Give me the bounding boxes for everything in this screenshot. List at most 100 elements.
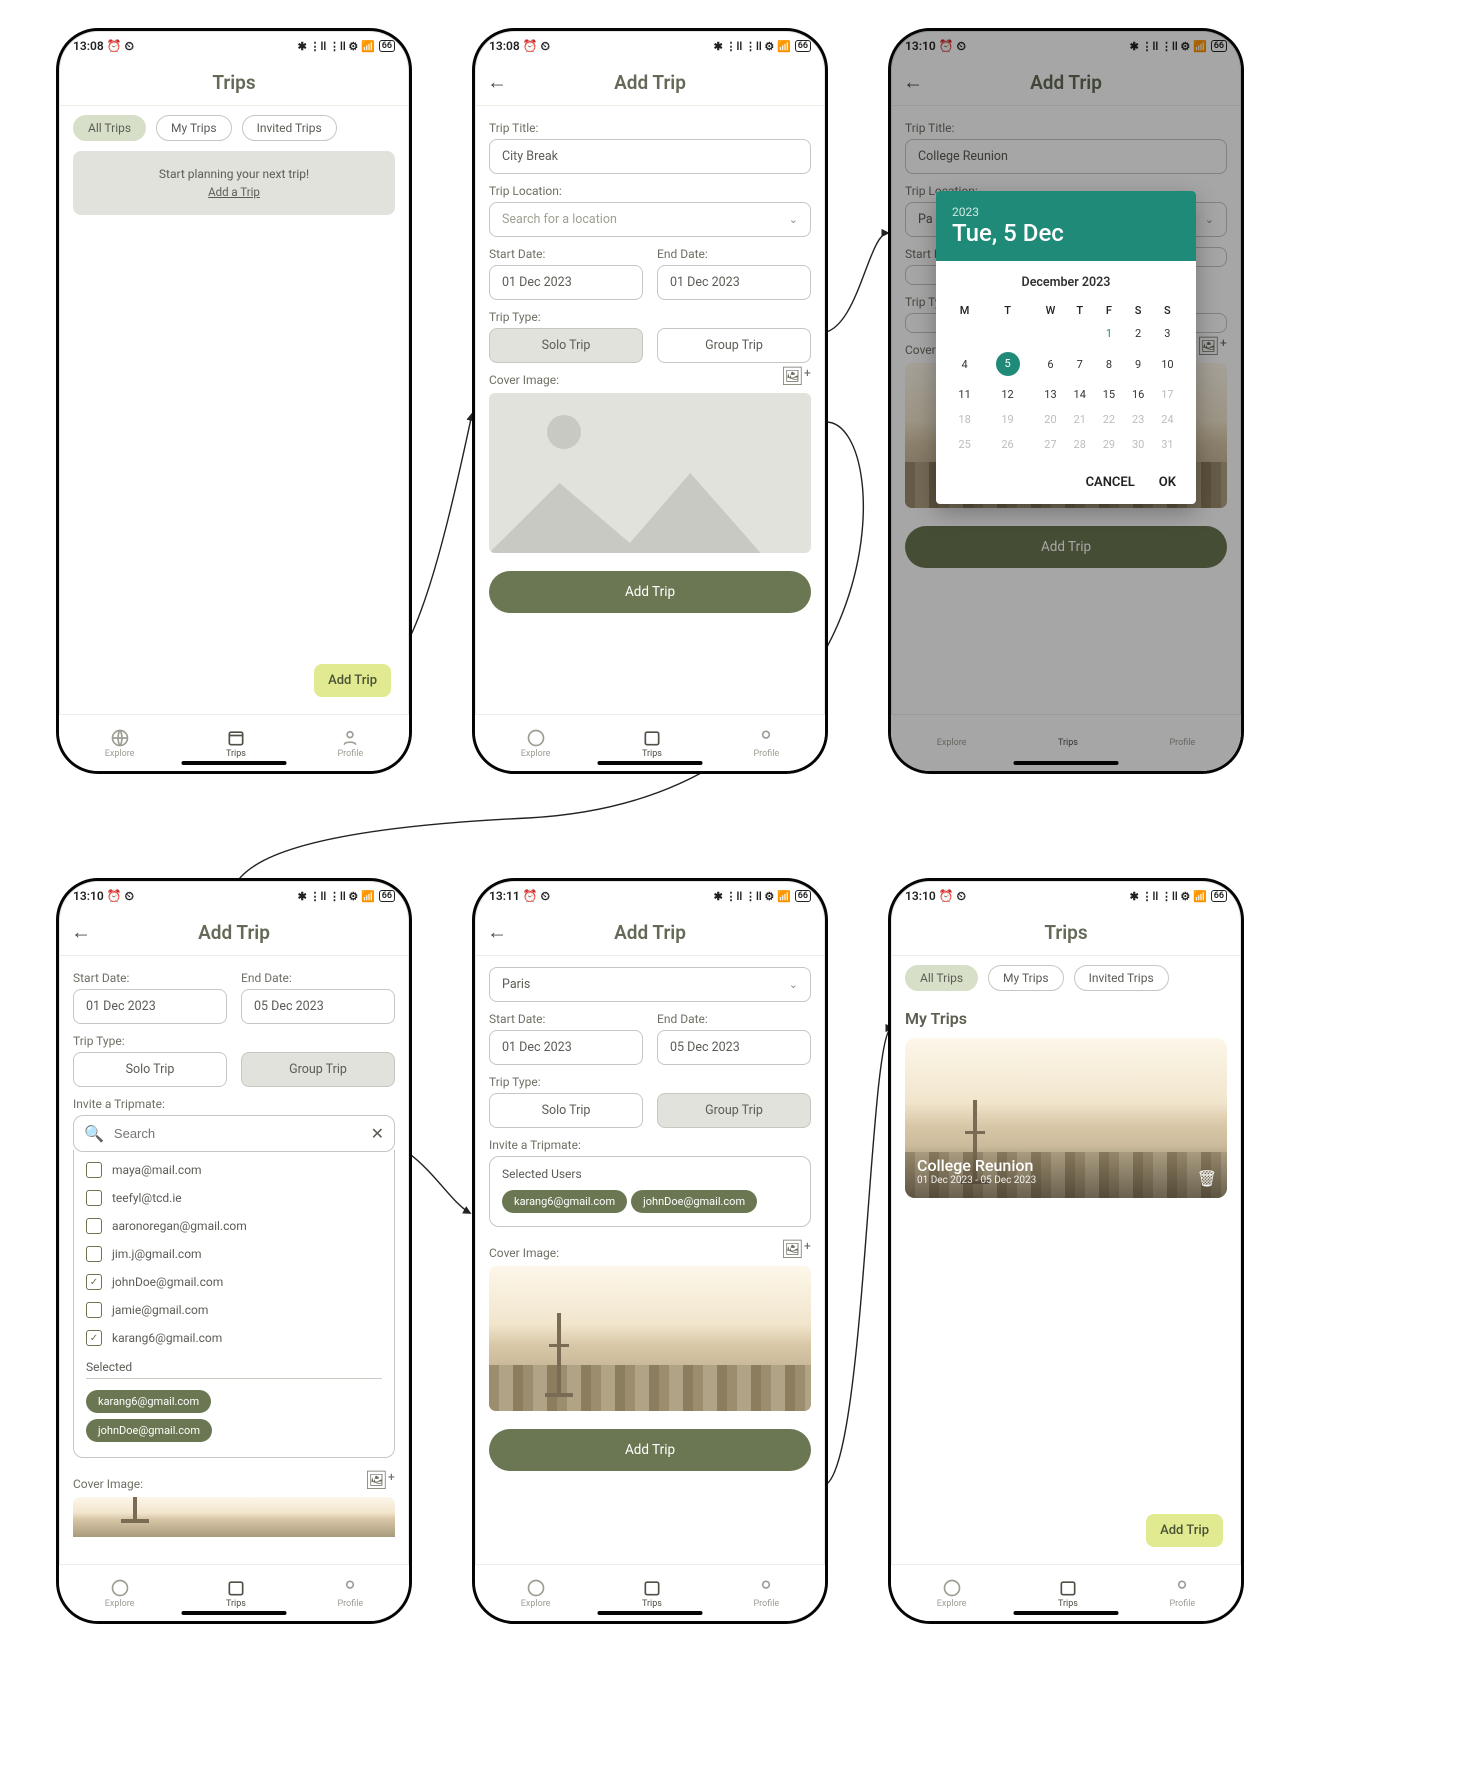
end-date-input[interactable]: 05 Dec 2023 — [241, 989, 395, 1024]
tab-invited-trips[interactable]: Invited Trips — [242, 115, 337, 141]
calendar-day[interactable]: 31 — [1153, 432, 1182, 457]
contact-row[interactable]: teefyl@tcd.ie — [86, 1184, 382, 1212]
end-date-input[interactable]: 05 Dec 2023 — [657, 1030, 811, 1065]
group-trip-button[interactable]: Group Trip — [241, 1052, 395, 1087]
add-image-icon[interactable]: 🖼⁺ — [365, 1470, 395, 1491]
calendar-day[interactable]: 21 — [1065, 407, 1094, 432]
picker-year[interactable]: 2023 — [952, 205, 1180, 219]
nav-trips[interactable]: Trips — [642, 728, 662, 759]
page-title: Add Trip — [614, 71, 686, 94]
status-bar: 13:08 ⏰ ⏲ ✱ ⋮ll ⋮ll ⚙ 📶 66 — [475, 31, 825, 59]
nav-trips[interactable]: Trips — [226, 728, 246, 759]
calendar-day[interactable]: 8 — [1094, 346, 1123, 382]
clear-icon[interactable]: ✕ — [371, 1124, 384, 1143]
trip-location-select[interactable]: Paris⌄ — [489, 967, 811, 1002]
cover-image-placeholder[interactable] — [489, 393, 811, 553]
back-button[interactable]: ← — [487, 920, 507, 945]
cover-image-preview — [73, 1497, 395, 1537]
calendar-day[interactable]: 26 — [979, 432, 1036, 457]
calendar-day[interactable]: 4 — [950, 346, 979, 382]
calendar-day[interactable]: 11 — [950, 382, 979, 407]
add-trip-link[interactable]: Add a Trip — [83, 185, 385, 199]
contact-email: karang6@gmail.com — [112, 1331, 222, 1345]
trip-card[interactable]: College Reunion 01 Dec 2023 - 05 Dec 202… — [905, 1038, 1227, 1198]
calendar-day[interactable]: 15 — [1094, 382, 1123, 407]
add-trip-fab[interactable]: Add Trip — [1146, 1514, 1223, 1547]
calendar-day[interactable]: 23 — [1124, 407, 1153, 432]
user-icon — [1172, 1578, 1192, 1598]
selected-user-pill[interactable]: johnDoe@gmail.com — [86, 1419, 212, 1442]
label-trip-title: Trip Title: — [489, 121, 811, 135]
nav-profile[interactable]: Profile — [337, 728, 363, 759]
invite-search[interactable]: 🔍 ✕ — [73, 1115, 395, 1152]
solo-trip-button[interactable]: Solo Trip — [489, 1093, 643, 1128]
contact-row[interactable]: jim.j@gmail.com — [86, 1240, 382, 1268]
back-button[interactable]: ← — [71, 920, 91, 945]
picker-cancel[interactable]: CANCEL — [1086, 475, 1135, 490]
calendar-day[interactable]: 20 — [1036, 407, 1065, 432]
nav-explore[interactable]: Explore — [105, 728, 135, 759]
back-button[interactable]: ← — [487, 70, 507, 95]
calendar-day[interactable]: 14 — [1065, 382, 1094, 407]
add-image-icon[interactable]: 🖼⁺ — [781, 366, 811, 387]
trip-location-select[interactable]: Search for a location ⌄ — [489, 202, 811, 237]
solo-trip-button[interactable]: Solo Trip — [489, 328, 643, 363]
chevron-down-icon: ⌄ — [789, 978, 798, 991]
contact-row[interactable]: ✓johnDoe@gmail.com — [86, 1268, 382, 1296]
invite-search-input[interactable] — [112, 1125, 363, 1142]
start-date-input[interactable]: 01 Dec 2023 — [73, 989, 227, 1024]
calendar-day[interactable]: 17 — [1153, 382, 1182, 407]
selected-user-pill[interactable]: johnDoe@gmail.com — [631, 1190, 757, 1213]
trip-title-input[interactable]: City Break — [489, 139, 811, 174]
calendar-day[interactable]: 30 — [1124, 432, 1153, 457]
contact-row[interactable]: maya@mail.com — [86, 1156, 382, 1184]
selected-user-pill[interactable]: karang6@gmail.com — [502, 1190, 627, 1213]
calendar-day[interactable]: 10 — [1153, 346, 1182, 382]
calendar-day[interactable]: 9 — [1124, 346, 1153, 382]
selected-user-pill[interactable]: karang6@gmail.com — [86, 1390, 211, 1413]
group-trip-button[interactable]: Group Trip — [657, 328, 811, 363]
calendar-day[interactable]: 28 — [1065, 432, 1094, 457]
nav-explore[interactable]: Explore — [521, 728, 551, 759]
picker-ok[interactable]: OK — [1159, 475, 1176, 490]
add-image-icon[interactable]: 🖼⁺ — [781, 1239, 811, 1260]
solo-trip-button[interactable]: Solo Trip — [73, 1052, 227, 1087]
calendar-day[interactable]: 3 — [1153, 321, 1182, 346]
contact-row[interactable]: jamie@gmail.com — [86, 1296, 382, 1324]
tab-invited-trips[interactable]: Invited Trips — [1074, 965, 1169, 991]
calendar-day[interactable]: 22 — [1094, 407, 1123, 432]
calendar-day[interactable]: 2 — [1124, 321, 1153, 346]
contact-row[interactable]: ✓karang6@gmail.com — [86, 1324, 382, 1352]
group-trip-button[interactable]: Group Trip — [657, 1093, 811, 1128]
picker-header: 2023 Tue, 5 Dec — [936, 191, 1196, 261]
calendar-day[interactable]: 18 — [950, 407, 979, 432]
user-icon — [340, 728, 360, 748]
calendar-day[interactable]: 7 — [1065, 346, 1094, 382]
calendar-day[interactable]: 1 — [1094, 321, 1123, 346]
contact-list: maya@mail.comteefyl@tcd.ieaaronoregan@gm… — [73, 1150, 395, 1458]
calendar-day[interactable]: 24 — [1153, 407, 1182, 432]
calendar-day[interactable]: 6 — [1036, 346, 1065, 382]
delete-trip-button[interactable]: 🗑 — [1197, 1169, 1217, 1188]
checkbox-icon: ✓ — [86, 1274, 102, 1290]
calendar-day[interactable]: 19 — [979, 407, 1036, 432]
tab-all-trips[interactable]: All Trips — [73, 115, 146, 141]
calendar-day[interactable]: 5 — [979, 346, 1036, 382]
calendar-day[interactable]: 25 — [950, 432, 979, 457]
calendar-day[interactable]: 16 — [1124, 382, 1153, 407]
add-trip-fab[interactable]: Add Trip — [314, 664, 391, 697]
calendar-day[interactable]: 13 — [1036, 382, 1065, 407]
contact-row[interactable]: aaronoregan@gmail.com — [86, 1212, 382, 1240]
calendar-day[interactable]: 27 — [1036, 432, 1065, 457]
tab-my-trips[interactable]: My Trips — [988, 965, 1064, 991]
end-date-input[interactable]: 01 Dec 2023 — [657, 265, 811, 300]
add-trip-submit[interactable]: Add Trip — [489, 1429, 811, 1471]
tab-my-trips[interactable]: My Trips — [156, 115, 232, 141]
calendar-day[interactable]: 12 — [979, 382, 1036, 407]
start-date-input[interactable]: 01 Dec 2023 — [489, 1030, 643, 1065]
start-date-input[interactable]: 01 Dec 2023 — [489, 265, 643, 300]
calendar-day[interactable]: 29 — [1094, 432, 1123, 457]
nav-profile[interactable]: Profile — [753, 728, 779, 759]
tab-all-trips[interactable]: All Trips — [905, 965, 978, 991]
add-trip-submit[interactable]: Add Trip — [489, 571, 811, 613]
